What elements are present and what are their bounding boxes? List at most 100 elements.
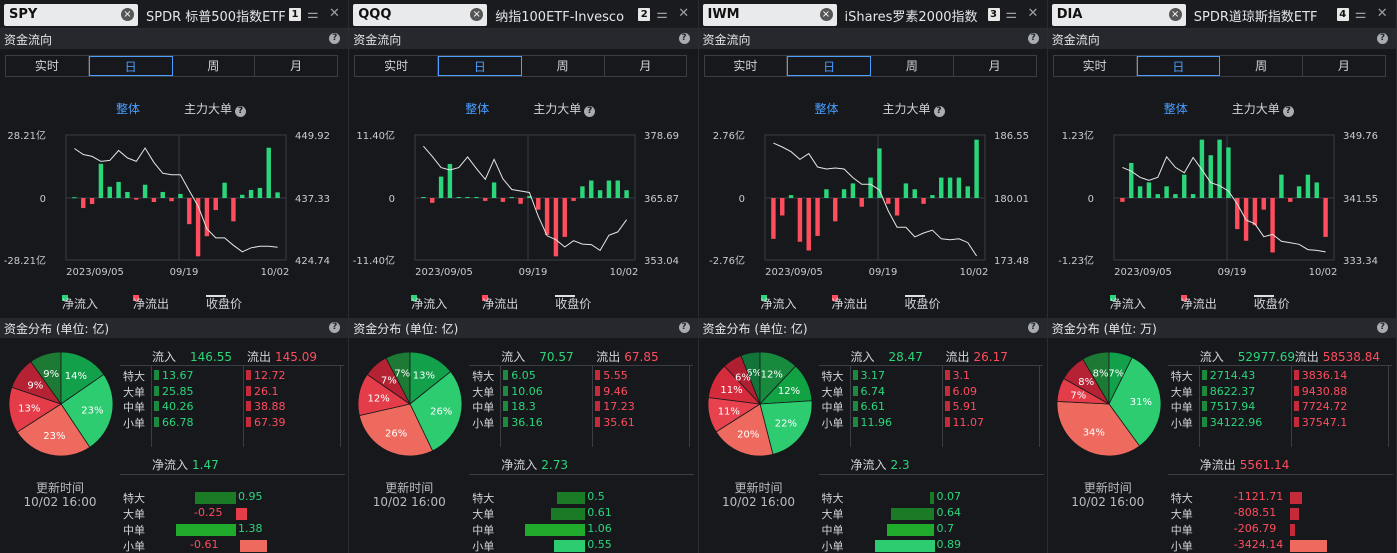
y-right-bottom-label: 353.04 [644,256,679,267]
symbol-field[interactable]: DIA × [1051,4,1186,26]
order-size-label: 特大 [1170,492,1193,505]
tab-realtime[interactable]: 实时 [6,56,89,76]
net-flow-bar [1289,524,1295,536]
net-flow-row: 中单 -206.79 [1168,522,1393,538]
help-icon[interactable]: ? [1027,322,1039,333]
flow-bar [589,180,594,198]
flow-bar [1252,198,1257,226]
tab-month[interactable]: 月 [255,56,337,76]
flow-bar [1155,194,1160,198]
tab-week[interactable]: 周 [871,56,954,76]
inflow-marker [503,416,509,427]
settings-sliders-icon[interactable]: ⚌ [307,7,319,22]
net-flow-total: 2.3 [890,458,910,472]
flow-bar [1234,198,1240,230]
outflow-cell: 38.88 [246,400,286,413]
tab-day[interactable]: 日 [1136,56,1221,76]
clear-symbol-icon[interactable]: × [470,8,484,21]
help-icon[interactable]: ? [584,106,596,117]
net-flow-value: -808.51 [1233,506,1277,519]
flow-bar [912,189,917,198]
clear-symbol-icon[interactable]: × [819,8,833,21]
inflow-marker [503,401,509,411]
help-icon[interactable]: ? [678,33,690,44]
outflow-value: 3.1 [952,369,971,382]
settings-sliders-icon[interactable]: ⚌ [1355,7,1367,22]
help-icon[interactable]: ? [1377,33,1388,44]
tab-day[interactable]: 日 [88,56,173,76]
flow-bar [1208,155,1213,198]
flow-totals-row: 流入 146.55 [152,348,232,365]
table-row: 小单 11.96 11.07 [819,415,1043,431]
subtab-main-label: 主力大单 [1231,102,1280,116]
x-label-end: 10/02 [959,267,988,278]
close-panel-icon[interactable]: ✕ [1028,6,1039,21]
pie-slice-label: 13% [18,403,40,414]
order-size-label: 特大 [472,492,495,505]
outflow-value: 6.09 [952,384,978,398]
net-flow-value: 0.95 [238,490,263,503]
clear-symbol-icon[interactable]: × [1168,8,1182,21]
subtab-main-orders[interactable]: 主力大单? [533,100,596,117]
subtab-overall[interactable]: 整体 [116,100,140,117]
close-panel-icon[interactable]: ✕ [329,6,340,21]
inflow-cell: 34122.96 [1201,416,1262,429]
net-flow-label: 净流入 [850,458,887,472]
tab-month[interactable]: 月 [605,56,687,76]
settings-sliders-icon[interactable]: ⚌ [656,7,668,22]
net-flow-bar [194,492,236,504]
flow-bar [421,197,426,199]
help-icon[interactable]: ? [329,322,341,333]
close-panel-icon[interactable]: ✕ [678,6,689,21]
y-right-bottom-label: 173.48 [994,256,1029,267]
tab-week[interactable]: 周 [1220,56,1303,76]
x-label-start: 2023/09/05 [66,267,124,278]
net-flow-value: 1.38 [238,522,263,535]
flow-bar [606,180,612,198]
symbol-field[interactable]: SPY × [4,4,138,26]
clear-symbol-icon[interactable]: × [121,8,134,21]
flow-bar [973,139,979,198]
legend-price-label: 收盘价 [206,297,243,311]
help-icon[interactable]: ? [1027,33,1039,44]
pie-slice-label: 6% [734,373,750,384]
outflow-value: 38.88 [254,400,286,413]
order-size-label: 中单 [1170,401,1193,414]
tab-week[interactable]: 周 [522,56,605,76]
inflow-cell: 3.17 [852,369,885,382]
subtab-main-orders[interactable]: 主力大单? [883,100,945,117]
help-icon[interactable]: ? [1282,106,1294,117]
net-flow-value: -206.79 [1233,522,1277,535]
flow-bar [788,195,793,198]
update-time-label: 更新时间 [35,481,84,495]
subtab-overall[interactable]: 整体 [1164,100,1188,117]
tab-week[interactable]: 周 [173,56,256,76]
tab-realtime[interactable]: 实时 [355,56,438,76]
inflow-marker [852,385,858,396]
net-flow-bar [554,540,586,552]
tab-realtime[interactable]: 实时 [1054,56,1137,76]
tab-realtime[interactable]: 实时 [705,56,788,76]
pie-slice-label: 8% [1078,377,1094,388]
flow-section-title: 资金流向 [1051,33,1100,47]
help-icon[interactable]: ? [933,106,945,117]
distribution-section-header: 资金分布 (单位: 亿)? [0,318,349,338]
symbol-field[interactable]: IWM × [702,4,837,26]
subtab-overall[interactable]: 整体 [815,100,839,117]
flow-bar [770,198,776,239]
help-icon[interactable]: ? [235,106,247,117]
symbol-field[interactable]: QQQ × [353,4,488,26]
help-icon[interactable]: ? [329,33,341,44]
x-label-start: 2023/09/05 [1114,267,1172,278]
subtab-main-orders[interactable]: 主力大单? [184,100,247,117]
tab-month[interactable]: 月 [954,56,1036,76]
subtab-overall[interactable]: 整体 [465,100,489,117]
tab-day[interactable]: 日 [787,56,871,76]
tab-month[interactable]: 月 [1303,56,1385,76]
close-panel-icon[interactable]: ✕ [1377,6,1388,21]
help-icon[interactable]: ? [1377,322,1388,333]
help-icon[interactable]: ? [678,322,690,333]
settings-sliders-icon[interactable]: ⚌ [1006,7,1018,22]
subtab-main-orders[interactable]: 主力大单? [1232,100,1294,117]
tab-day[interactable]: 日 [438,56,522,76]
